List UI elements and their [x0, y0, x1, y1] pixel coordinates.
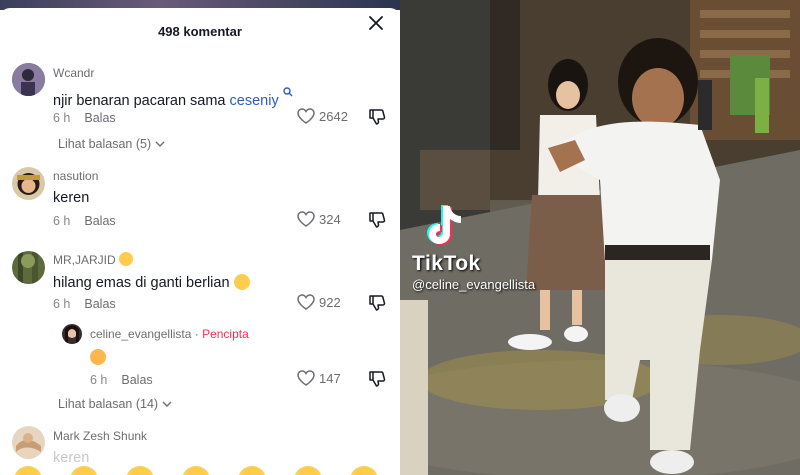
- like-button[interactable]: 324: [297, 211, 341, 227]
- smile-emoji-icon: [119, 252, 134, 266]
- like-button[interactable]: 147: [297, 370, 341, 386]
- heart-icon: [297, 370, 315, 386]
- like-button[interactable]: 2642: [297, 108, 348, 124]
- chevron-down-icon: [155, 141, 165, 147]
- dislike-icon[interactable]: [368, 211, 386, 234]
- reply-button[interactable]: Balas: [121, 373, 152, 387]
- dislike-icon[interactable]: [368, 294, 386, 317]
- dislike-icon[interactable]: [368, 108, 386, 131]
- comment-meta: 6 h Balas: [53, 111, 116, 125]
- heart-icon: [297, 294, 315, 310]
- emoji-think-icon[interactable]: [350, 466, 378, 475]
- reply-username[interactable]: celine_evangellista · Pencipta: [90, 327, 249, 341]
- view-replies-button[interactable]: Lihat balasan (5): [58, 137, 165, 151]
- comment-text: keren: [53, 190, 90, 206]
- reply-button[interactable]: Balas: [84, 297, 115, 311]
- like-button[interactable]: 922: [297, 294, 341, 310]
- comment-username-text: MR,JARJID: [53, 253, 116, 267]
- video-player[interactable]: TikTok @celine_evangellista: [400, 0, 800, 475]
- worried-emoji-icon: [90, 349, 106, 365]
- reply-time: 6 h: [90, 373, 108, 387]
- like-count: 2642: [319, 108, 348, 124]
- emoji-grin-icon[interactable]: [182, 466, 210, 475]
- creator-handle: @celine_evangellista: [412, 277, 536, 292]
- reply-button[interactable]: Balas: [84, 214, 115, 228]
- view-replies-label: Lihat balasan (14): [58, 397, 159, 411]
- reply-meta: 6 h Balas: [90, 373, 153, 387]
- comment-text: njir benaran pacaran sama ceseniy: [53, 87, 293, 109]
- search-icon[interactable]: [283, 87, 293, 97]
- comment-meta: 6 h Balas: [53, 214, 116, 228]
- comment-text-body: hilang emas di ganti berlian: [53, 275, 230, 291]
- reply-username-text: celine_evangellista: [90, 327, 192, 341]
- comment-time: 6 h: [53, 111, 71, 125]
- heart-icon: [297, 108, 315, 124]
- avatar[interactable]: [12, 63, 45, 96]
- comment-username[interactable]: Mark Zesh Shunk: [53, 429, 147, 443]
- avatar[interactable]: [12, 426, 45, 459]
- emoji-heart-eyes-icon[interactable]: [70, 466, 98, 475]
- comment-meta: 6 h Balas: [53, 297, 116, 311]
- comment-text-body: njir benaran pacaran sama: [53, 93, 230, 109]
- comment-time: 6 h: [53, 214, 71, 228]
- heart-icon: [297, 211, 315, 227]
- comment-time: 6 h: [53, 297, 71, 311]
- comments-panel: 498 komentar Wcandr njir benaran pacaran…: [0, 0, 400, 475]
- emoji-laugh-icon[interactable]: [126, 466, 154, 475]
- tiktok-watermark-text: TikTok: [412, 252, 481, 275]
- like-count: 922: [319, 294, 341, 310]
- laughing-emoji-icon: [233, 274, 250, 290]
- emoji-quick-bar: [0, 458, 400, 475]
- tiktok-logo-icon: [426, 204, 468, 255]
- comment-username[interactable]: nasution: [53, 169, 98, 183]
- emoji-cry-icon[interactable]: [294, 466, 322, 475]
- close-icon[interactable]: [366, 13, 386, 33]
- reply-button[interactable]: Balas: [84, 111, 115, 125]
- chevron-down-icon: [162, 401, 172, 407]
- like-count: 324: [319, 211, 341, 227]
- avatar[interactable]: [12, 251, 45, 284]
- mention-link[interactable]: ceseniy: [230, 93, 279, 109]
- comments-header: 498 komentar: [0, 8, 400, 54]
- reply-avatar[interactable]: [62, 324, 82, 344]
- dislike-icon[interactable]: [368, 370, 386, 393]
- view-replies-button[interactable]: Lihat balasan (14): [58, 397, 172, 411]
- emoji-smile-icon[interactable]: [14, 466, 42, 475]
- avatar[interactable]: [12, 167, 45, 200]
- view-replies-label: Lihat balasan (5): [58, 137, 152, 151]
- comment-username[interactable]: MR,JARJID: [53, 252, 134, 267]
- emoji-wow-icon[interactable]: [238, 466, 266, 475]
- creator-badge: Pencipta: [202, 327, 249, 341]
- comment-text: hilang emas di ganti berlian: [53, 274, 250, 291]
- like-count: 147: [319, 370, 341, 386]
- comments-count-title: 498 komentar: [158, 23, 242, 39]
- comment-username[interactable]: Wcandr: [53, 66, 94, 80]
